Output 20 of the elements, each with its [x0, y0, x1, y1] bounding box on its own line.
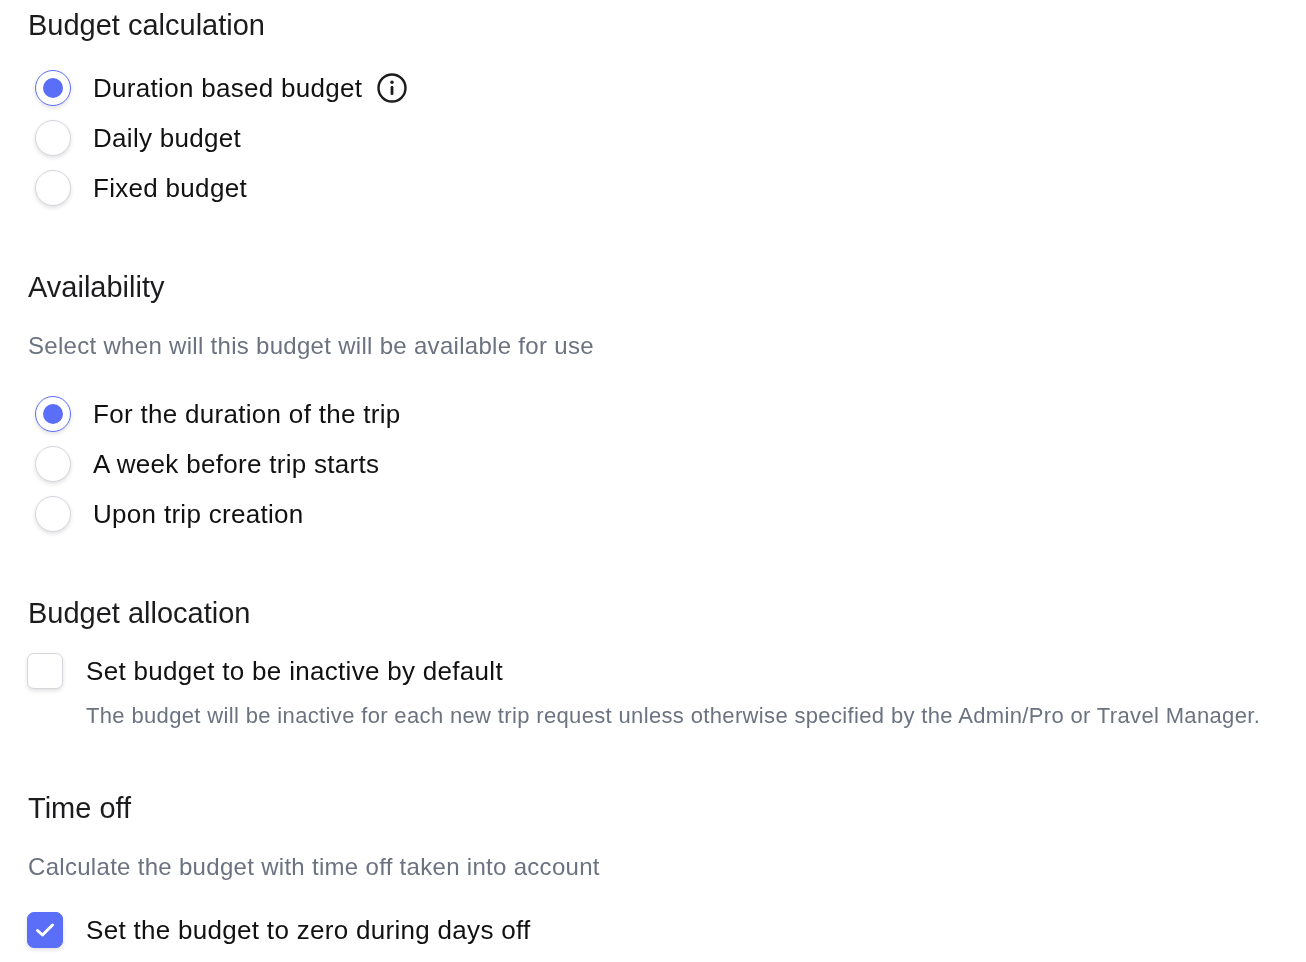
checkbox-hint: The budget will be inactive for each new trip request unless otherwise specified by the Admin/Pro or Travel Manager.	[86, 702, 1261, 730]
radio-label: Daily budget	[93, 122, 242, 154]
checkbox-label: Set budget to be inactive by default	[86, 655, 503, 687]
checkbox-label: Set the budget to zero during days off	[86, 914, 531, 946]
section-description: Calculate the budget with time off taken into account	[28, 852, 600, 882]
radio-label: Fixed budget	[93, 172, 247, 204]
radio-label: Upon trip creation	[93, 498, 304, 530]
checkbox[interactable]	[27, 912, 63, 948]
info-icon[interactable]	[377, 73, 408, 103]
section-heading: Budget calculation	[28, 9, 265, 41]
radio-label: For the duration of the trip	[93, 398, 401, 430]
radio-label: A week before trip starts	[93, 448, 380, 480]
section-heading: Time off	[28, 792, 132, 824]
section-heading: Availability	[28, 271, 165, 303]
radio-button[interactable]	[35, 70, 71, 106]
radio-button[interactable]	[35, 396, 71, 432]
section-heading: Budget allocation	[28, 597, 251, 629]
check-icon	[35, 922, 55, 938]
section-description: Select when will this budget will be available for use	[28, 331, 594, 361]
radio-label: Duration based budget	[93, 72, 363, 104]
